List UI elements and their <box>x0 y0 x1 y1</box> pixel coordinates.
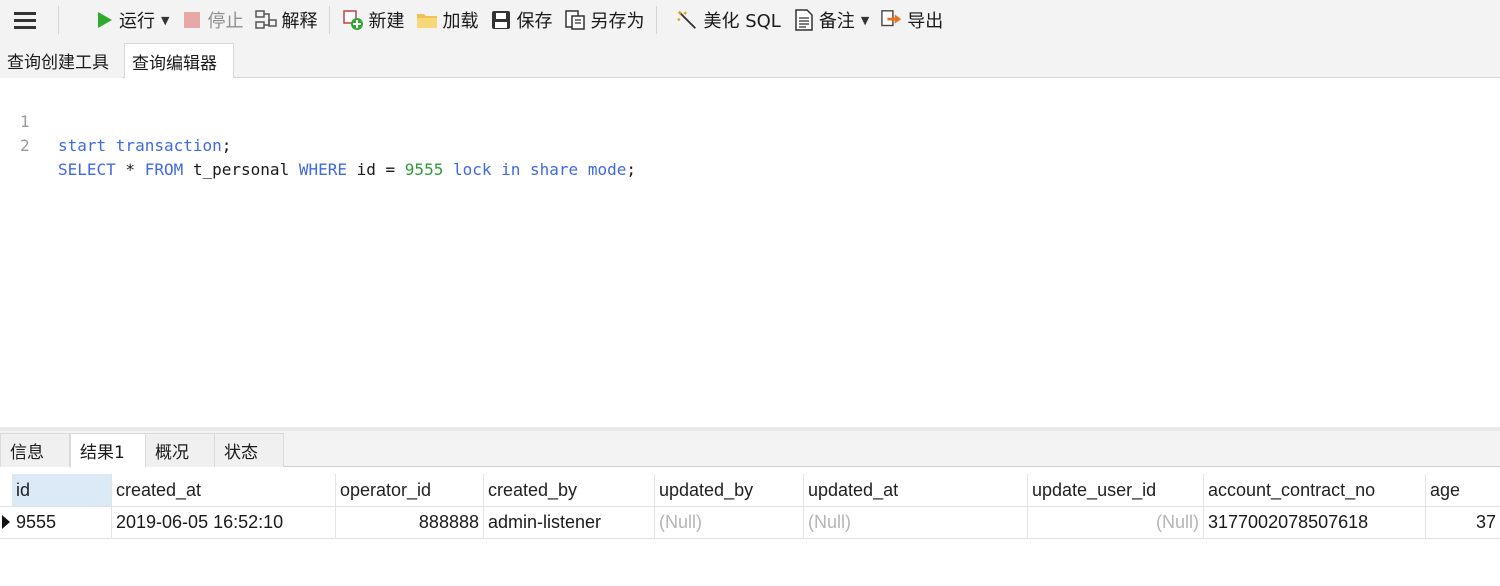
table-cell[interactable]: 37 <box>1426 507 1500 538</box>
explain-label: 解释 <box>281 11 318 32</box>
explain-icon <box>255 9 278 31</box>
notes-button[interactable]: 备注 ▼ <box>787 4 875 36</box>
run-button[interactable]: 运行 ▼ <box>87 4 175 36</box>
export-label: 导出 <box>907 11 944 32</box>
beautify-icon <box>677 9 699 31</box>
run-dropdown-icon[interactable]: ▼ <box>161 14 169 27</box>
notes-icon <box>793 9 815 31</box>
tab-query-builder[interactable]: 查询创建工具 <box>0 43 122 78</box>
save-as-button[interactable]: 另存为 <box>558 4 650 36</box>
code-keyword: SELECT <box>58 160 116 179</box>
export-icon <box>881 9 903 31</box>
toolbar: 运行 ▼ 停止 解释 新建 加载 保存 另存为 美化 SQL 备注 ▼ 导出 <box>0 0 1500 40</box>
table-row[interactable]: 9555 2019-06-05 16:52:10 888888 admin-li… <box>0 506 1500 539</box>
grid-header-row: id created_at operator_id created_by upd… <box>0 474 1500 506</box>
save-as-label: 另存为 <box>590 11 645 32</box>
notes-label: 备注 <box>818 11 855 32</box>
save-as-icon <box>564 9 586 31</box>
code-text: SELECT * FROM t_personal WHERE id = 9555… <box>58 158 636 182</box>
code-keyword: lock in share mode <box>443 160 627 179</box>
code-text-part: t_personal <box>183 160 299 179</box>
tab-query-editor[interactable]: 查询编辑器 <box>124 43 234 79</box>
toolbar-separator <box>58 6 59 34</box>
tab-status[interactable]: 状态 <box>214 433 284 467</box>
table-cell-null[interactable]: (Null) <box>655 507 804 538</box>
editor-tab-bar: 查询创建工具 查询编辑器 <box>0 40 1500 79</box>
current-row-indicator-icon <box>2 515 10 529</box>
code-text-part: * <box>115 160 145 179</box>
save-icon <box>490 9 512 31</box>
stop-label: 停止 <box>207 11 244 32</box>
column-header[interactable]: account_contract_no <box>1204 474 1426 506</box>
menu-icon <box>14 12 36 29</box>
column-header[interactable]: created_by <box>484 474 655 506</box>
table-cell[interactable]: admin-listener <box>484 507 655 538</box>
column-header[interactable]: update_user_id <box>1028 474 1204 506</box>
table-cell-null[interactable]: (Null) <box>804 507 1028 538</box>
explain-button[interactable]: 解释 <box>249 4 323 36</box>
stop-icon <box>181 9 203 31</box>
notes-dropdown-icon[interactable]: ▼ <box>861 14 869 27</box>
column-header[interactable]: updated_at <box>804 474 1028 506</box>
load-label: 加载 <box>442 11 479 32</box>
table-cell[interactable]: 888888 <box>336 507 484 538</box>
table-cell-null[interactable]: (Null) <box>1028 507 1204 538</box>
toolbar-separator <box>329 6 331 34</box>
beautify-sql-button[interactable]: 美化 SQL <box>671 4 786 36</box>
result-tab-bar: 信息 结果1 概况 状态 <box>0 431 1500 468</box>
toolbar-separator <box>656 6 658 34</box>
run-label: 运行 <box>119 11 155 32</box>
sql-editor[interactable]: 1 start transaction; 2 SELECT * FROM t_p… <box>0 79 1500 427</box>
code-keyword: start transaction <box>58 136 222 155</box>
run-icon <box>93 9 115 31</box>
export-button[interactable]: 导出 <box>875 4 949 36</box>
save-label: 保存 <box>516 11 553 32</box>
load-icon <box>416 9 438 31</box>
code-punct: ; <box>221 136 232 155</box>
column-header[interactable]: operator_id <box>336 474 484 506</box>
code-keyword: WHERE <box>298 160 347 179</box>
save-button[interactable]: 保存 <box>484 4 558 36</box>
new-button[interactable]: 新建 <box>336 4 410 36</box>
tab-result1[interactable]: 结果1 <box>70 433 146 468</box>
new-label: 新建 <box>368 11 405 32</box>
new-icon <box>342 9 364 31</box>
tab-profile[interactable]: 概况 <box>145 433 215 467</box>
code-number: 9555 <box>404 160 444 179</box>
code-text: start transaction; <box>58 134 231 158</box>
column-header[interactable]: age <box>1426 474 1500 506</box>
code-punct: ; <box>626 160 636 179</box>
column-header[interactable]: id <box>12 474 112 506</box>
tab-info[interactable]: 信息 <box>0 433 70 467</box>
code-line: 2 SELECT * FROM t_personal WHERE id = 95… <box>0 110 636 179</box>
code-keyword: FROM <box>144 160 184 179</box>
column-header[interactable]: updated_by <box>655 474 804 506</box>
load-button[interactable]: 加载 <box>410 4 484 36</box>
stop-button[interactable]: 停止 <box>175 4 249 36</box>
line-number: 2 <box>20 136 30 155</box>
table-cell[interactable]: 2019-06-05 16:52:10 <box>112 507 336 538</box>
menu-button[interactable] <box>0 4 52 36</box>
table-cell[interactable]: 3177002078507618 <box>1204 507 1426 538</box>
beautify-label: 美化 SQL <box>703 11 781 32</box>
result-grid: id created_at operator_id created_by upd… <box>0 468 1500 586</box>
code-text-part: id = <box>347 160 405 179</box>
table-cell[interactable]: 9555 <box>12 507 112 538</box>
code-line: 1 start transaction; <box>0 86 231 155</box>
column-header[interactable]: created_at <box>112 474 336 506</box>
